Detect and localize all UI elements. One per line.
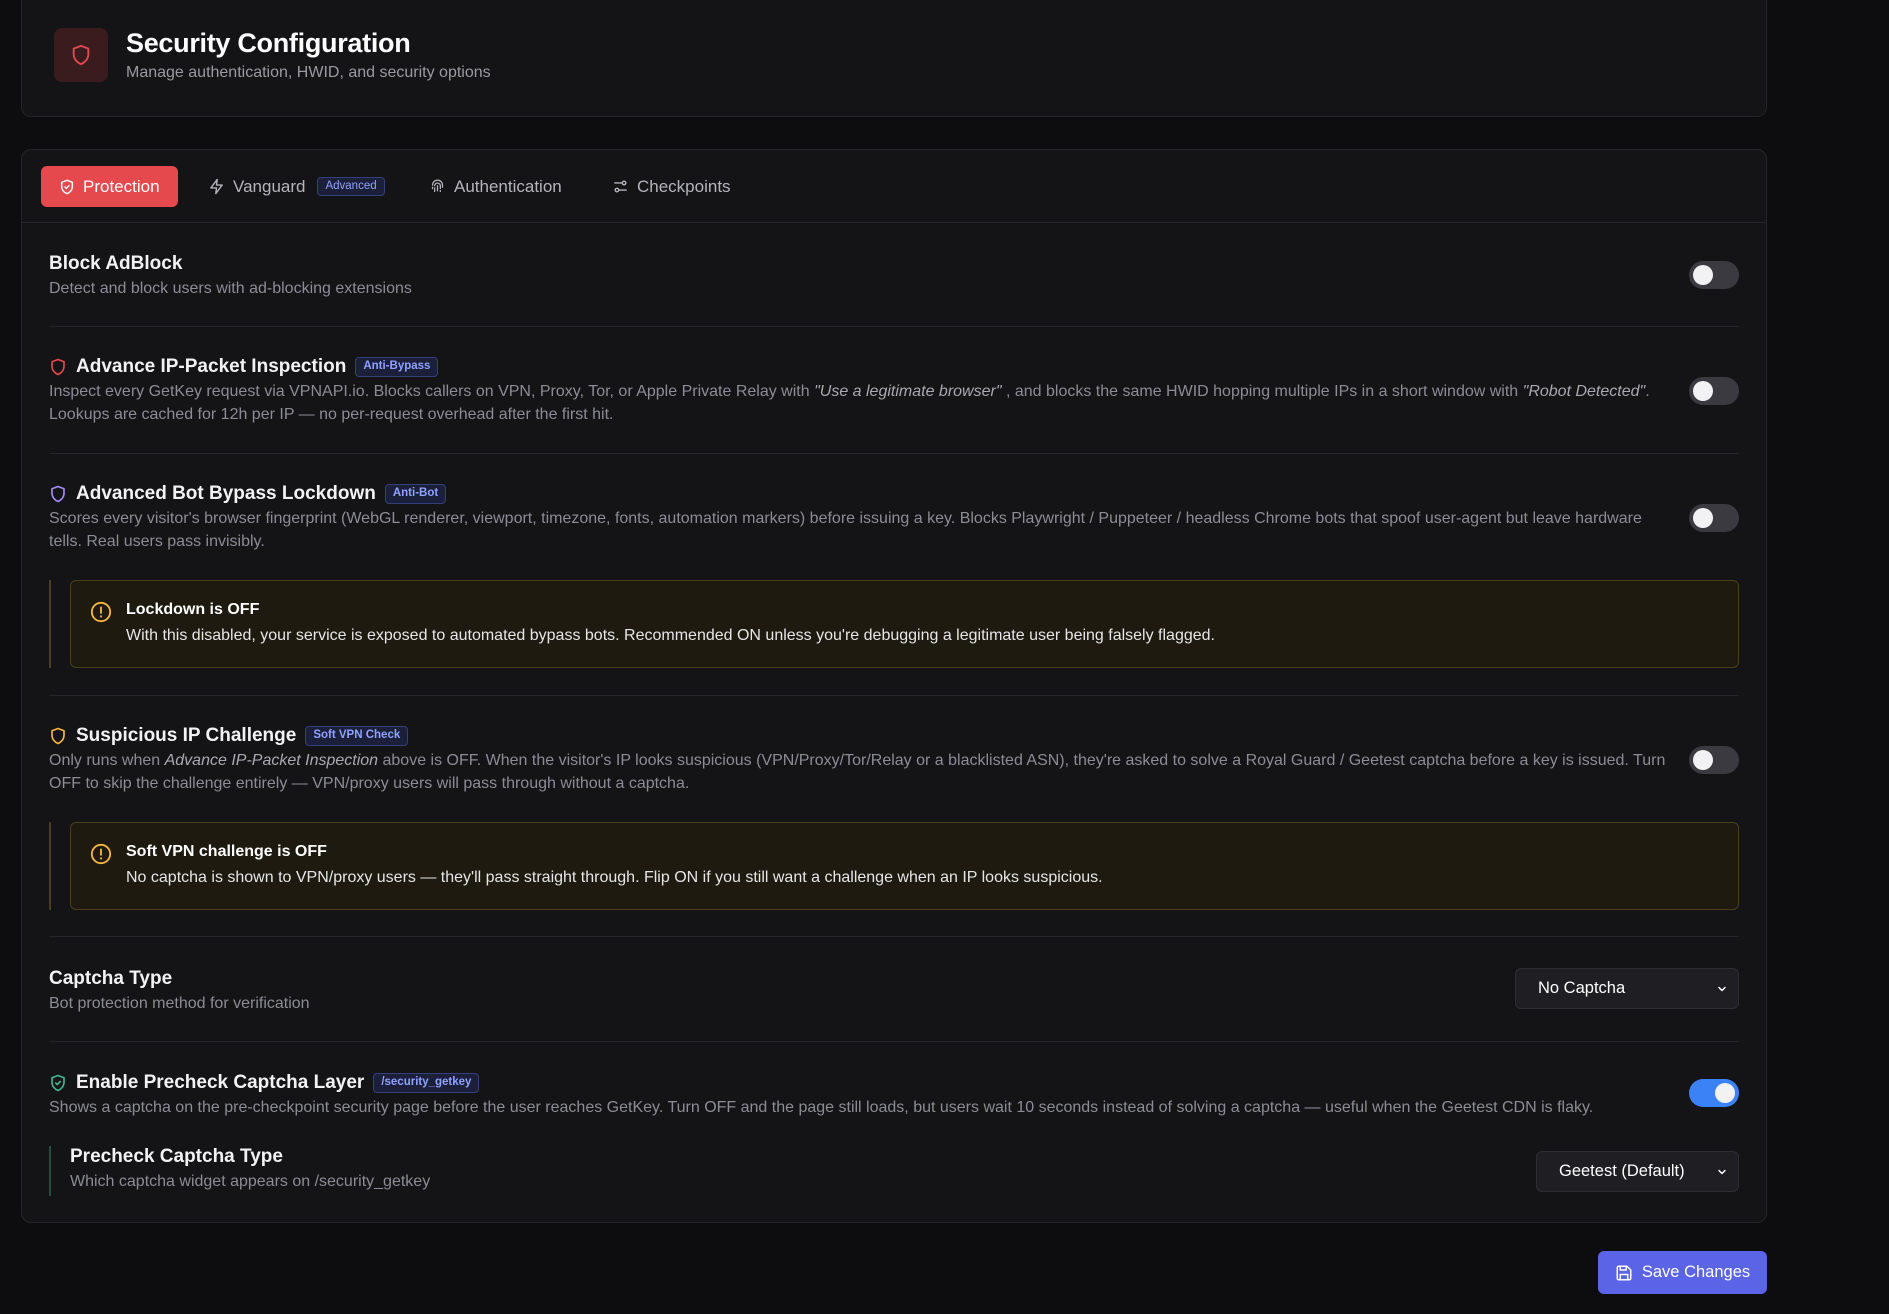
desc-emphasis: "Use a legitimate browser" <box>814 383 1002 400</box>
tab-bar: Protection Vanguard Advanced Authenticat… <box>22 150 1766 223</box>
divider <box>49 453 1739 454</box>
block-adblock-title: Block AdBlock <box>49 253 182 275</box>
divider <box>49 1041 1739 1042</box>
shield-icon <box>54 28 108 82</box>
warning-title: Lockdown is OFF <box>126 601 260 618</box>
tab-label: Checkpoints <box>637 176 731 196</box>
shield-check-icon <box>51 1074 65 1092</box>
anti-bot-badge: Anti-Bot <box>384 484 447 504</box>
toggle-knob <box>1693 381 1713 401</box>
setting-title-text: Enable Precheck Captcha Layer <box>76 1072 365 1093</box>
select-value: Geetest (Default) <box>1559 1162 1685 1180</box>
warning-icon <box>90 843 112 865</box>
setting-title-text: Advance IP-Packet Inspection <box>76 356 347 377</box>
tab-checkpoints[interactable]: Checkpoints <box>612 166 731 207</box>
precheck-toggle[interactable] <box>1689 1079 1739 1107</box>
soft-vpn-warning: Soft VPN challenge is OFF No captcha is … <box>49 822 1739 910</box>
divider <box>49 936 1739 937</box>
fingerprint-icon <box>431 179 444 193</box>
anti-bypass-badge: Anti-Bypass <box>355 357 439 377</box>
bot-lockdown-title: Advanced Bot Bypass Lockdown Anti-Bot <box>49 483 447 505</box>
setting-title-text: Precheck Captcha Type <box>70 1146 283 1167</box>
captcha-type-desc: Bot protection method for verification <box>49 995 310 1012</box>
save-label: Save Changes <box>1641 1263 1751 1281</box>
tab-protection[interactable]: Protection <box>41 166 178 207</box>
shield-check-icon <box>60 179 74 194</box>
tab-authentication[interactable]: Authentication <box>429 166 562 207</box>
captcha-type-select[interactable]: No Captcha <box>1515 968 1739 1009</box>
save-button[interactable]: Save Changes <box>1598 1251 1767 1294</box>
shield-icon <box>51 358 65 376</box>
warning-icon <box>90 601 112 623</box>
tab-label: Authentication <box>454 176 562 196</box>
divider <box>49 695 1739 696</box>
setting-title-text: Block AdBlock <box>49 253 183 274</box>
lightning-icon <box>210 178 223 195</box>
chevron-down-icon <box>1718 1169 1726 1174</box>
shield-icon <box>51 727 65 745</box>
divider <box>49 326 1739 327</box>
desc-text: Only runs when <box>49 752 165 769</box>
precheck-type-title: Precheck Captcha Type <box>70 1146 283 1168</box>
chevron-down-icon <box>1718 986 1726 991</box>
lockdown-warning: Lockdown is OFF With this disabled, your… <box>49 580 1739 668</box>
setting-title-text: Suspicious IP Challenge <box>76 725 297 746</box>
bot-lockdown-toggle[interactable] <box>1689 504 1739 532</box>
desc-emphasis: Advance IP-Packet Inspection <box>164 752 379 769</box>
warning-title: Soft VPN challenge is OFF <box>126 843 327 860</box>
advanced-badge: Advanced <box>317 176 385 197</box>
suspicious-ip-desc: Only runs when Advance IP-Packet Inspect… <box>49 749 1669 795</box>
toggle-knob <box>1693 508 1713 528</box>
warning-text: With this disabled, your service is expo… <box>126 627 1215 644</box>
toggle-knob <box>1693 265 1713 285</box>
header-card: Security Configuration Manage authentica… <box>21 0 1767 117</box>
tab-label: Vanguard <box>233 176 306 196</box>
bot-lockdown-desc: Scores every visitor's browser fingerpri… <box>49 510 1642 550</box>
ip-inspection-toggle[interactable] <box>1689 377 1739 405</box>
select-value: No Captcha <box>1538 979 1626 997</box>
setting-title-text: Advanced Bot Bypass Lockdown <box>76 483 376 504</box>
toggle-knob <box>1715 1083 1735 1103</box>
security-getkey-badge: /security_getkey <box>373 1073 480 1093</box>
settings-card: Protection Vanguard Advanced Authenticat… <box>21 149 1767 1223</box>
warning-box: Lockdown is OFF With this disabled, your… <box>70 580 1739 668</box>
suspicious-ip-title: Suspicious IP Challenge Soft VPN Check <box>49 725 409 747</box>
page-title: Security Configuration <box>126 28 411 58</box>
sliders-icon <box>614 180 627 193</box>
suspicious-ip-toggle[interactable] <box>1689 746 1739 774</box>
block-adblock-desc: Detect and block users with ad-blocking … <box>49 280 412 297</box>
precheck-type-group: Precheck Captcha Type Which captcha widg… <box>49 1146 1739 1196</box>
warning-box: Soft VPN challenge is OFF No captcha is … <box>70 822 1739 910</box>
precheck-title: Enable Precheck Captcha Layer /security_… <box>49 1072 480 1094</box>
precheck-type-desc: Which captcha widget appears on /securit… <box>70 1173 431 1190</box>
save-icon <box>1616 1265 1632 1280</box>
ip-inspection-title: Advance IP-Packet Inspection Anti-Bypass <box>49 356 439 378</box>
desc-text: , and blocks the same HWID hopping multi… <box>1001 383 1523 400</box>
warning-text: No captcha is shown to VPN/proxy users —… <box>126 869 1103 886</box>
setting-title-text: Captcha Type <box>49 968 173 989</box>
tab-vanguard[interactable]: Vanguard Advanced <box>208 166 385 207</box>
ip-inspection-desc: Inspect every GetKey request via VPNAPI.… <box>49 380 1669 426</box>
precheck-desc: Shows a captcha on the pre-checkpoint se… <box>49 1099 1594 1116</box>
desc-text: Inspect every GetKey request via VPNAPI.… <box>49 383 815 400</box>
captcha-type-title: Captcha Type <box>49 968 172 990</box>
desc-emphasis: "Robot Detected" <box>1522 383 1646 400</box>
block-adblock-toggle[interactable] <box>1689 261 1739 289</box>
shield-icon <box>51 485 65 503</box>
tab-label: Protection <box>83 176 160 196</box>
soft-vpn-check-badge: Soft VPN Check <box>305 726 409 746</box>
precheck-type-select[interactable]: Geetest (Default) <box>1536 1151 1739 1192</box>
toggle-knob <box>1693 750 1713 770</box>
page-subtitle: Manage authentication, HWID, and securit… <box>126 64 491 81</box>
